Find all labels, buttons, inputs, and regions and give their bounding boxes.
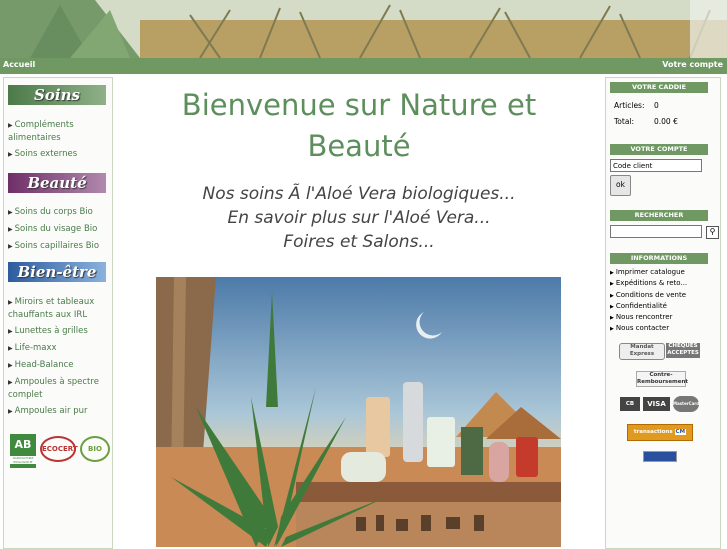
arrow-right-icon: ▶ [8,151,13,158]
arrow-right-icon: ▶ [8,226,13,233]
menu-item-soins-externes[interactable]: ▶ Soins externes [8,148,108,161]
ok-button[interactable]: ok [610,175,631,196]
arrow-right-icon: ▶ [610,281,614,288]
menu-item-complements[interactable]: ▶ Compléments alimentaires [8,119,108,144]
arrow-right-icon: ▶ [610,303,614,310]
bienetre-menu: ▶ Miroirs et tableaux chauffants aux IRL … [8,296,108,422]
info-menu: ▶ Imprimer catalogue ▶ Expéditions & reto.… [610,267,716,335]
nav-home-link[interactable]: Accueil [3,60,35,69]
info-item-confidentialite[interactable]: ▶ Confidentialité [610,301,716,312]
cart-articles-value: 0 [654,101,659,110]
search-input[interactable] [610,225,702,238]
arrow-right-icon: ▶ [8,122,13,129]
right-sidebar: VOTRE CADDIE Articles: 0 Total: 0.00 € V… [605,77,721,549]
info-item-catalogue[interactable]: ▶ Imprimer catalogue [610,267,716,278]
certification-logos: AB AGRICULTURE BIOLOGIQUE ECOCERT BIO [8,432,110,468]
arrow-right-icon: ▶ [8,328,13,335]
mandat-express-logo: Mandat Express [619,343,665,360]
aloe-products-illustration [156,277,561,547]
arrow-right-icon: ▶ [8,209,13,216]
bienetre-header: Bien-être [8,262,106,282]
menu-item-ampoules-air[interactable]: ▶ Ampoules air pur [8,405,108,418]
cart-total-label: Total: [614,117,635,126]
menu-item-lunettes[interactable]: ▶ Lunettes à grilles [8,325,108,338]
arrow-right-icon: ▶ [610,326,614,333]
menu-item-capillaires[interactable]: ▶ Soins capillaires Bio [8,240,108,253]
customer-code-input[interactable]: Code client [610,159,702,172]
arrow-right-icon: ▶ [8,362,13,369]
arrow-right-icon: ▶ [8,408,13,415]
link-savoir-aloe[interactable]: En savoir plus sur l'Aloé Vera... [135,208,583,228]
search-icon[interactable]: ⚲ [706,226,719,239]
link-foires-salons[interactable]: Foires et Salons... [135,232,583,252]
menu-item-ampoules-spectre[interactable]: ▶ Ampoules à spectre complet [8,376,108,401]
cb-logo: CB [620,397,640,411]
account-header: VOTRE COMPTE [610,144,708,155]
info-header: INFORMATIONS [610,253,708,264]
arrow-right-icon: ▶ [610,270,614,276]
nav-account-link[interactable]: Votre compte [662,60,723,69]
ab-logo: AB AGRICULTURE BIOLOGIQUE [10,434,36,468]
top-nav: Accueil Votre compte [0,58,727,74]
link-soins-aloe[interactable]: Nos soins Ã l'Aloé Vera biologiques... [135,184,583,204]
cart-articles-label: Articles: [614,101,645,110]
visa-logo: VISA [643,397,670,411]
mastercard-logo: MasterCard [673,396,699,412]
arrow-right-icon: ▶ [8,379,13,386]
soins-header: Soins [8,85,106,105]
arrow-right-icon: ▶ [610,292,614,299]
menu-item-corps[interactable]: ▶ Soins du corps Bio [8,206,108,219]
arrow-right-icon: ▶ [610,315,614,322]
page-title: Bienvenue sur Nature et Beauté [181,88,537,163]
soins-menu: ▶ Compléments alimentaires ▶ Soins externe… [8,119,108,165]
menu-item-life-maxx[interactable]: ▶ Life-maxx [8,342,108,355]
transactions-logo: transactions CM [627,424,693,441]
search-header: RECHERCHER [610,210,708,221]
beaute-menu: ▶ Soins du corps Bio ▶ Soins du visage Bio… [8,206,108,257]
info-item-expeditions[interactable]: ▶ Expéditions & reto... [610,278,716,289]
ecocert-logo: ECOCERT [40,436,78,462]
contre-remboursement-logo: Contre-Remboursement [636,371,689,387]
main-content: Bienvenue sur Nature et Beauté Nos soins… [115,77,603,547]
cart-header: VOTRE CADDIE [610,82,708,93]
header-banner [0,0,727,58]
menu-item-head-balance[interactable]: ▶ Head-Balance [8,359,108,372]
hero-image [156,277,561,547]
beaute-header: Beauté [8,173,106,193]
arrow-right-icon: ▶ [8,243,13,250]
bio-logo: BIO [80,436,110,462]
menu-item-visage[interactable]: ▶ Soins du visage Bio [8,223,108,236]
cheques-logo: CHEQUES ACCEPTES [666,343,700,358]
arrow-right-icon: ▶ [8,345,13,352]
aloe-banner-graphic [0,0,727,58]
left-sidebar: Soins ▶ Compléments alimentaires ▶ Soins e… [3,77,113,549]
secure-payment-logo [643,451,677,462]
info-item-conditions[interactable]: ▶ Conditions de vente [610,290,716,301]
cart-total-value: 0.00 € [654,117,678,126]
info-item-contacter[interactable]: ▶ Nous contacter [610,323,716,334]
info-item-rencontrer[interactable]: ▶ Nous rencontrer [610,312,716,323]
arrow-right-icon: ▶ [8,299,13,306]
menu-item-miroirs[interactable]: ▶ Miroirs et tableaux chauffants aux IRL [8,296,108,321]
